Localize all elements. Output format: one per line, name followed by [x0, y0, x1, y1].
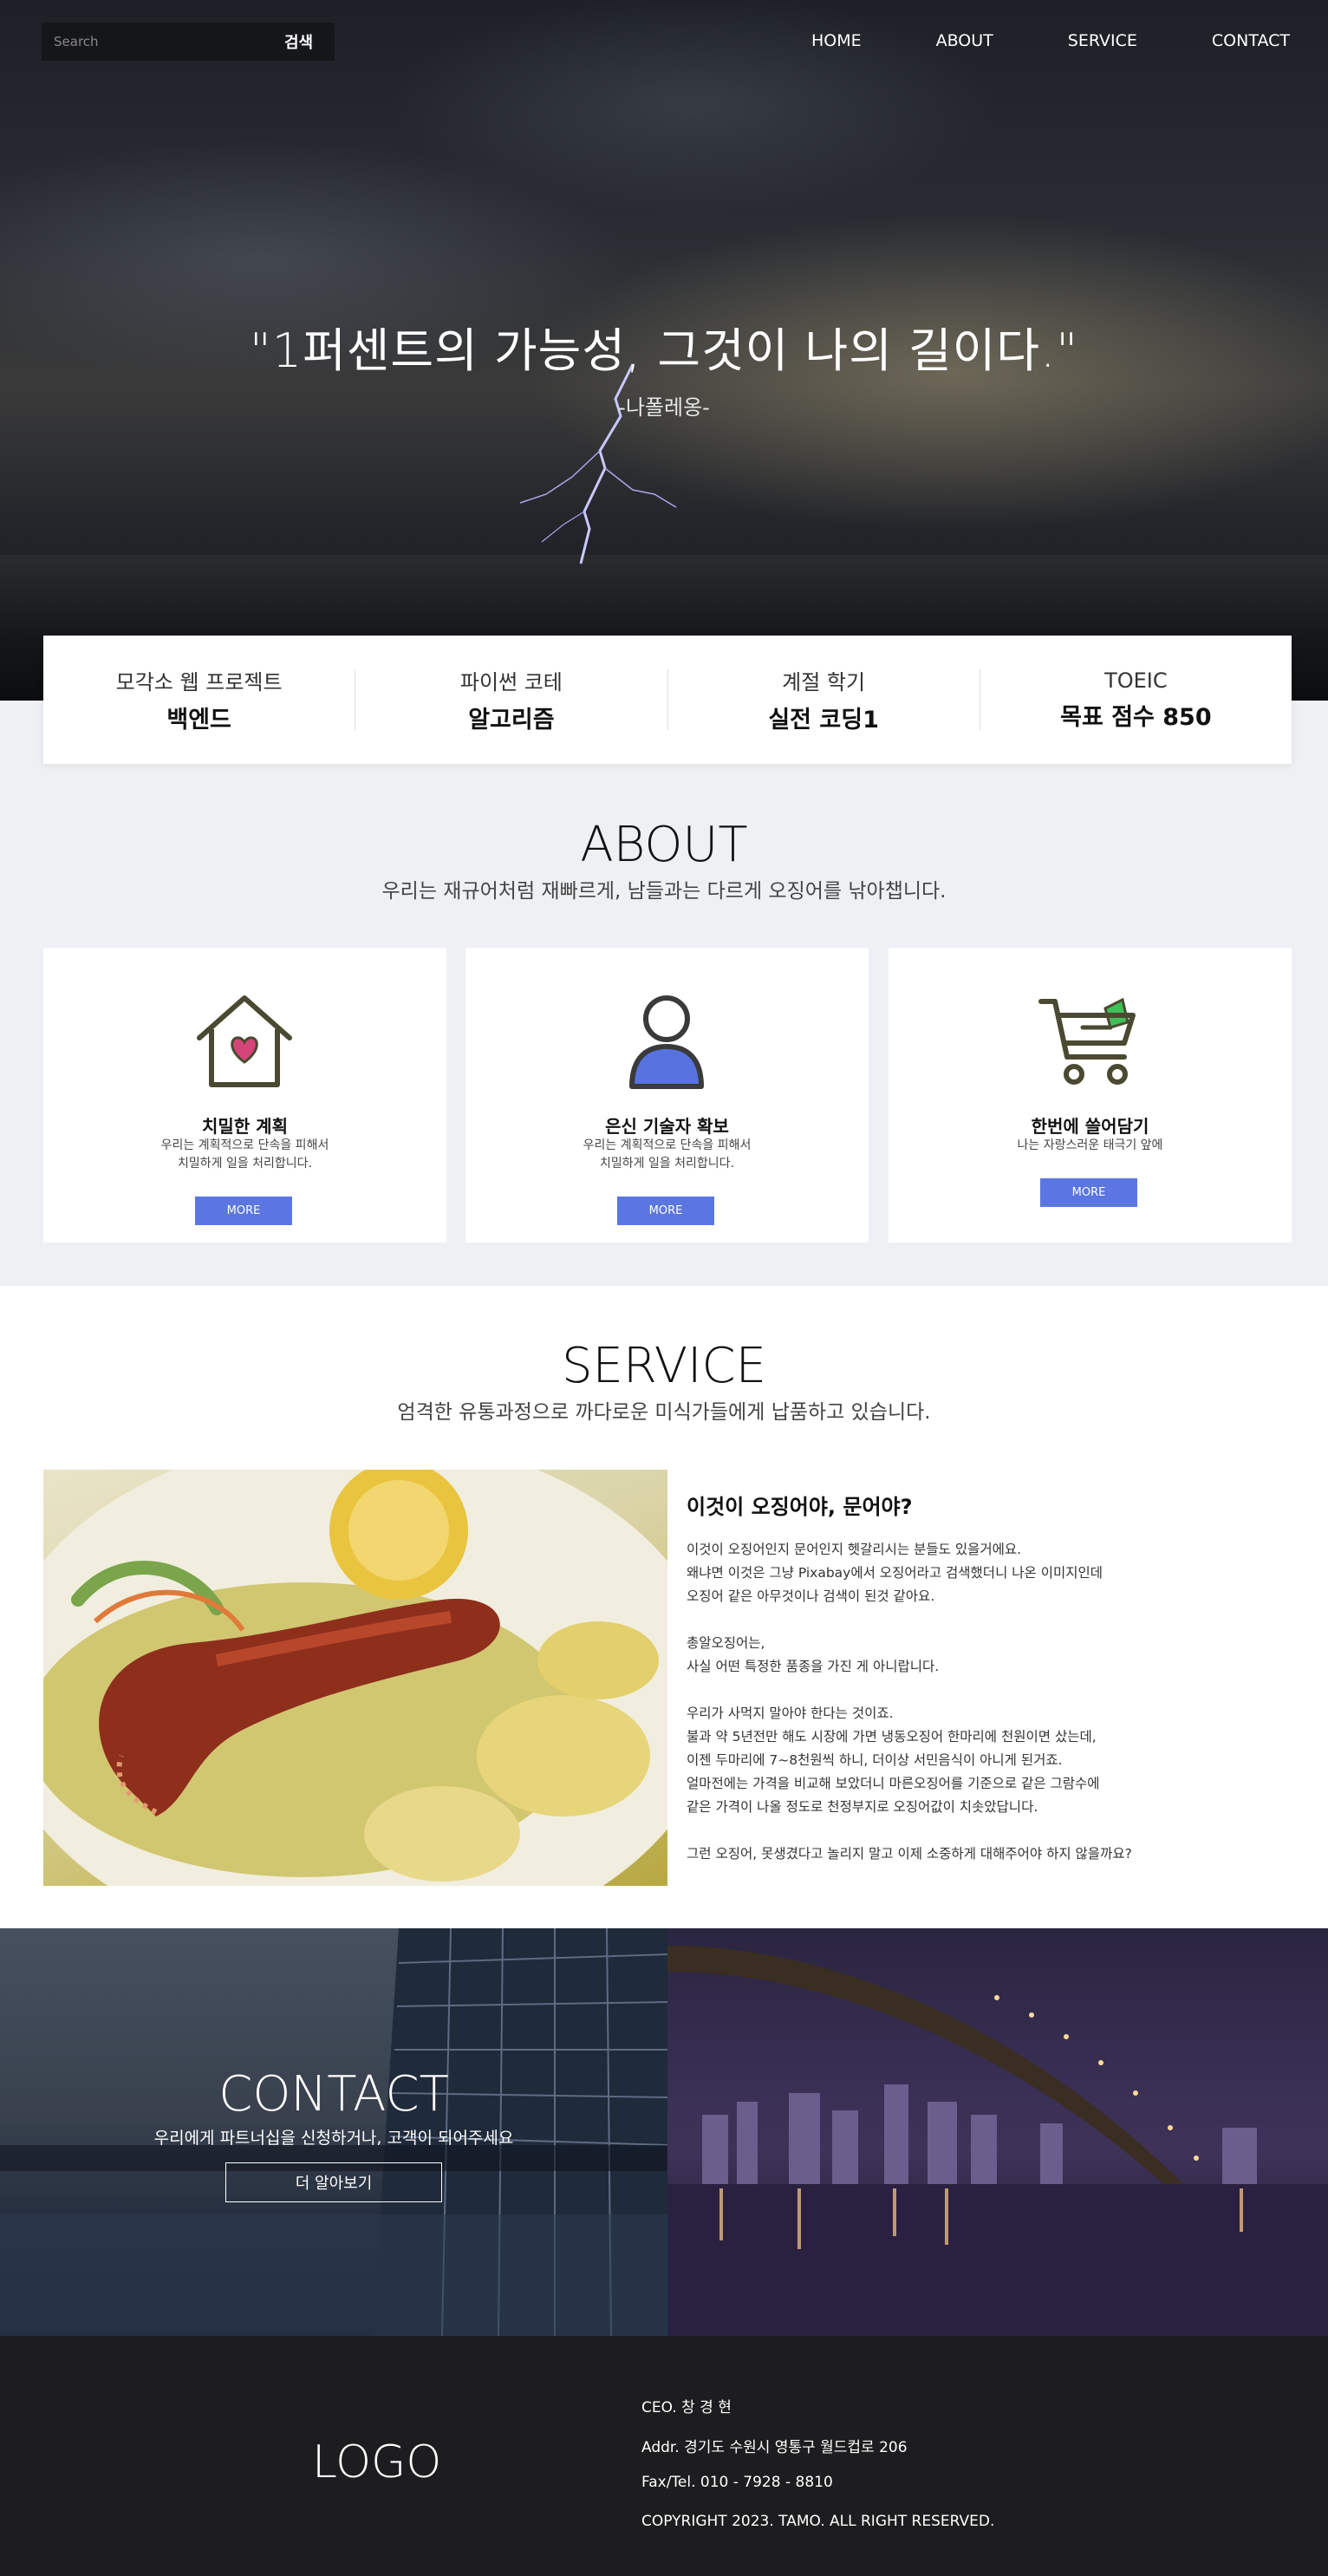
stat-value: 알고리즘 [468, 707, 555, 734]
footer-address: Addr. 경기도 수원시 영통구 월드컵로 206 [641, 2439, 908, 2456]
service-body: 이것이 오징어인지 문어인지 헷갈리시는 분들도 있을거에요. 왜냐면 이것은 … [687, 1538, 1293, 1866]
card-title: 은신 기술자 확보 [605, 1116, 729, 1137]
service-paragraph: 이젠 두마리에 7~8천원씩 하니, 더이상 서민음식이 아니게 된거죠. [687, 1752, 1063, 1768]
service-paragraph [687, 1679, 1293, 1702]
footer-copyright: COPYRIGHT 2023. TAMO. ALL RIGHT RESERVED… [641, 2513, 995, 2530]
about-title: ABOUT [580, 817, 748, 873]
nav-about[interactable]: ABOUT [936, 31, 993, 50]
more-button[interactable]: MORE [195, 1197, 292, 1225]
footer-logo: LOGO [312, 2436, 442, 2488]
contact-title: CONTACT [218, 2066, 449, 2123]
learn-more-button[interactable]: 더 알아보기 [225, 2162, 442, 2202]
contact-subtitle: 우리에게 파트너십을 신청하거나, 고객이 되어주세요 [153, 2129, 514, 2148]
stat-item: TOEIC 목표 점수 850 [980, 668, 1292, 731]
service-subtitle: 엄격한 유통과정으로 까다로운 미식가들에게 납품하고 있습니다. [397, 1401, 931, 1424]
octopus-photo [43, 1470, 667, 1886]
stat-label: 파이썬 코테 [459, 670, 563, 695]
service-paragraph: 사실 어떤 특정한 품종을 가진 게 아니랍니다. [687, 1659, 940, 1674]
card-desc-line: 나는 자랑스러운 태극기 앞에 [1017, 1138, 1163, 1152]
contact-bridge-photo [667, 1928, 1328, 2336]
search-bar: 검색 [42, 23, 335, 61]
service-paragraph: 오징어 같은 아무것이나 검색이 된것 같아요. [687, 1588, 935, 1604]
card-desc-line: 치밀하게 일을 처리합니다. [599, 1157, 735, 1171]
service-paragraph: 왜냐면 이것은 그냥 Pixabay에서 오징어라고 검색했더니 나온 이미지인… [687, 1565, 1103, 1581]
card-desc: 우리는 계획적으로 단속을 피해서 치밀하게 일을 처리합니다. [43, 1137, 446, 1173]
about-card: 한번에 쓸어담기 나는 자랑스러운 태극기 앞에 MORE [889, 948, 1292, 1242]
search-button[interactable]: 검색 [284, 30, 313, 53]
shopping-cart-icon [1038, 997, 1136, 1085]
nav-service[interactable]: SERVICE [1068, 31, 1137, 50]
card-desc: 나는 자랑스러운 태극기 앞에 [889, 1137, 1292, 1155]
stat-label: 모각소 웹 프로젝트 [115, 670, 283, 695]
search-input[interactable] [42, 23, 276, 61]
lightning-icon [519, 363, 677, 564]
nav-contact[interactable]: CONTACT [1212, 31, 1290, 50]
stats-bar: 모각소 웹 프로젝트 백엔드 파이썬 코테 알고리즘 계절 학기 실전 코딩1 … [43, 636, 1292, 764]
stat-value: 백엔드 [166, 707, 231, 734]
footer-tel: Fax/Tel. 010 - 7928 - 8810 [641, 2474, 833, 2491]
more-button[interactable]: MORE [617, 1197, 714, 1225]
more-button[interactable]: MORE [1040, 1178, 1137, 1207]
card-title: 치밀한 계획 [202, 1116, 288, 1137]
card-desc-line: 우리는 계획적으로 단속을 피해서 [160, 1138, 329, 1152]
service-paragraph: 우리가 사먹지 말아야 한다는 것이죠. [687, 1705, 894, 1721]
service-heading: 이것이 오징어야, 문어야? [687, 1495, 913, 1519]
service-paragraph: 그런 오징어, 못생겼다고 놀리지 말고 이제 소중하게 대해주어야 하지 않을… [687, 1846, 1132, 1862]
stat-item: 계절 학기 실전 코딩1 [668, 669, 980, 734]
hero-section: 검색 HOME ABOUT SERVICE CONTACT "1퍼센트의 가능성… [0, 0, 1328, 701]
service-paragraph: 얼마전에는 가격을 비교해 보았더니 마른오징어를 기준으로 같은 그람수에 [687, 1776, 1100, 1791]
card-desc-line: 치밀하게 일을 처리합니다. [177, 1157, 313, 1171]
stat-value: 실전 코딩1 [768, 707, 879, 734]
hero-quote: "1퍼센트의 가능성, 그것이 나의 길이다." [249, 323, 1079, 378]
card-desc: 우리는 계획적으로 단속을 피해서 치밀하게 일을 처리합니다. [465, 1137, 869, 1173]
about-card: 은신 기술자 확보 우리는 계획적으로 단속을 피해서 치밀하게 일을 처리합니… [465, 948, 869, 1242]
nav-home[interactable]: HOME [811, 31, 862, 50]
stat-label: 계절 학기 [782, 670, 866, 695]
service-paragraph: 불과 약 5년전만 해도 시장에 가면 냉동오징어 한마리에 천원이면 샀는데, [687, 1729, 1097, 1745]
footer-ceo: CEO. 창 경 현 [641, 2399, 732, 2416]
about-card: 치밀한 계획 우리는 계획적으로 단속을 피해서 치밀하게 일을 처리합니다. … [43, 948, 446, 1242]
stat-item: 모각소 웹 프로젝트 백엔드 [43, 669, 356, 734]
main-nav: HOME ABOUT SERVICE CONTACT [737, 31, 1290, 50]
service-title: SERVICE [561, 1338, 767, 1394]
card-desc-line: 우리는 계획적으로 단속을 피해서 [583, 1138, 752, 1152]
card-title: 한번에 쓸어담기 [1031, 1116, 1149, 1137]
service-paragraph: 총알오징어는, [687, 1635, 765, 1651]
service-paragraph [687, 1819, 1293, 1842]
about-subtitle: 우리는 재규어처럼 재빠르게, 남들과는 다르게 오징어를 낚아챕니다. [381, 880, 947, 903]
stat-value: 목표 점수 850 [1060, 703, 1212, 731]
person-icon [629, 995, 704, 1089]
service-paragraph: 이것이 오징어인지 문어인지 헷갈리시는 분들도 있을거에요. [687, 1542, 1022, 1557]
stat-item: 파이썬 코테 알고리즘 [355, 669, 668, 734]
stat-label: TOEIC [1104, 668, 1168, 693]
service-paragraph [687, 1608, 1293, 1632]
house-heart-icon [197, 995, 292, 1087]
hero-author: -나폴레옹- [618, 395, 710, 420]
service-paragraph: 같은 가격이 나올 정도로 천정부지로 오징어값이 치솟았답니다. [687, 1799, 1038, 1815]
